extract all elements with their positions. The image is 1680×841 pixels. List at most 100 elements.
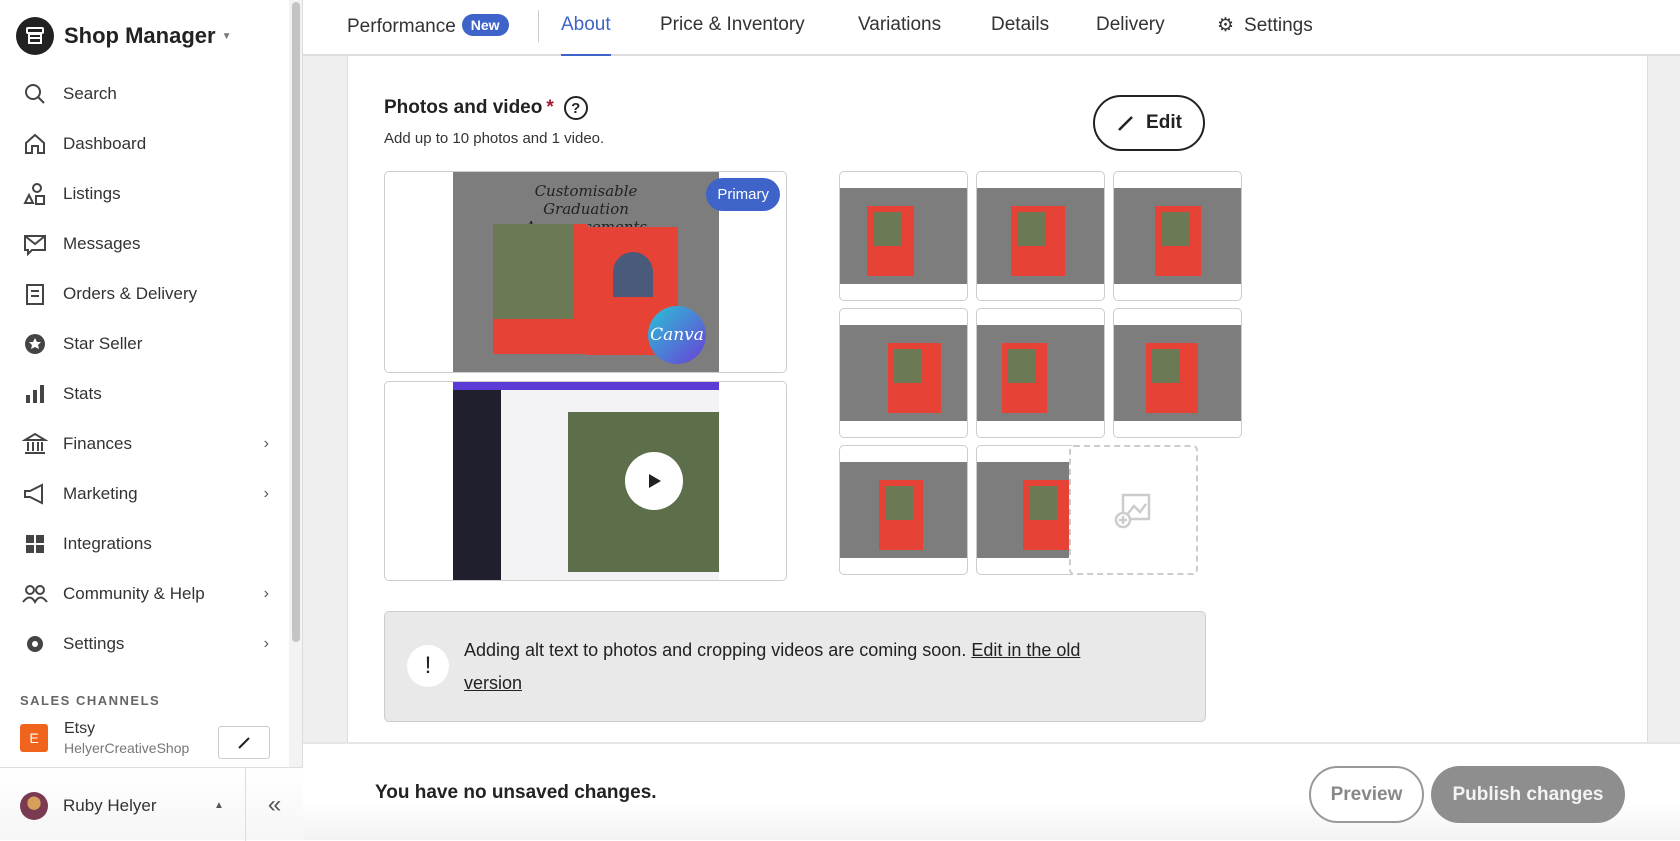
photos-card: Photos and video * ? Add up to 10 photos… bbox=[347, 56, 1648, 742]
collapse-sidebar-button[interactable]: « bbox=[245, 768, 303, 841]
thumbnail-image bbox=[977, 325, 1104, 421]
gear-icon bbox=[22, 631, 48, 657]
section-subtitle: Add up to 10 photos and 1 video. bbox=[384, 130, 605, 147]
tab-price-inventory[interactable]: Price & Inventory bbox=[660, 14, 805, 56]
sidebar-item-label: Star Seller bbox=[63, 334, 143, 353]
sidebar-item-finances[interactable]: Finances › bbox=[0, 422, 289, 466]
thumbnail-image bbox=[977, 188, 1104, 284]
photo-thumbnail[interactable] bbox=[1113, 308, 1242, 438]
sidebar-scrollbar[interactable] bbox=[289, 0, 303, 840]
edit-channel-button[interactable] bbox=[218, 726, 270, 759]
photo-thumbnail[interactable] bbox=[839, 308, 968, 438]
bar-chart-icon bbox=[22, 381, 48, 407]
add-image-icon bbox=[1114, 493, 1150, 529]
caret-down-icon: ▼ bbox=[221, 30, 232, 42]
sidebar-item-integrations[interactable]: Integrations bbox=[0, 522, 289, 566]
avatar bbox=[20, 792, 48, 820]
channel-name: Etsy bbox=[64, 720, 96, 737]
photo-thumbnail[interactable] bbox=[839, 171, 968, 301]
etsy-channel[interactable]: E Etsy HelyerCreativeShop bbox=[20, 720, 189, 756]
main-content: Photos and video * ? Add up to 10 photos… bbox=[303, 56, 1680, 742]
caret-up-icon: ▲ bbox=[214, 800, 224, 811]
alt-text-notice: ! Adding alt text to photos and cropping… bbox=[384, 611, 1206, 722]
thumbnail-image bbox=[1114, 188, 1241, 284]
help-icon[interactable]: ? bbox=[563, 96, 588, 120]
sidebar-item-star-seller[interactable]: Star Seller bbox=[0, 322, 289, 366]
chevron-right-icon: › bbox=[263, 485, 269, 502]
envelope-icon bbox=[22, 231, 48, 257]
user-bar: Ruby Helyer ▲ « bbox=[0, 767, 303, 841]
sidebar-item-label: Integrations bbox=[63, 534, 152, 553]
sidebar-item-label: Finances bbox=[63, 434, 132, 453]
chevron-right-icon: › bbox=[263, 435, 269, 452]
grid-icon bbox=[22, 531, 48, 557]
sidebar: Shop Manager ▼ Search Dashboard Listings Me… bbox=[0, 0, 289, 840]
sidebar-item-label: Listings bbox=[63, 184, 121, 203]
footer-bar: You have no unsaved changes. Preview Pub… bbox=[303, 742, 1680, 840]
sidebar-item-settings[interactable]: Settings › bbox=[0, 622, 289, 666]
sidebar-item-orders-delivery[interactable]: Orders & Delivery bbox=[0, 272, 289, 316]
sidebar-item-label: Orders & Delivery bbox=[63, 284, 198, 303]
tab-label: Performance bbox=[347, 16, 456, 37]
shop-icon bbox=[16, 17, 54, 55]
tab-label: Settings bbox=[1244, 15, 1313, 36]
tab-settings[interactable]: ⚙ Settings bbox=[1217, 14, 1313, 56]
photo-thumbnail[interactable] bbox=[976, 171, 1105, 301]
new-badge: New bbox=[461, 14, 509, 36]
sidebar-item-label: Community & Help bbox=[63, 584, 205, 603]
gear-icon: ⚙ bbox=[1217, 15, 1235, 36]
sidebar-item-marketing[interactable]: Marketing › bbox=[0, 472, 289, 516]
pencil-icon bbox=[1118, 116, 1133, 131]
shapes-icon bbox=[22, 181, 48, 207]
tab-divider bbox=[538, 10, 539, 42]
publish-changes-button[interactable]: Publish changes bbox=[1431, 766, 1625, 823]
pencil-icon bbox=[238, 736, 250, 749]
channel-shop: HelyerCreativeShop bbox=[64, 740, 190, 756]
photo-thumbnail[interactable] bbox=[839, 445, 968, 575]
primary-badge: Primary bbox=[706, 178, 780, 211]
chevron-right-icon: › bbox=[263, 585, 269, 602]
user-name: Ruby Helyer bbox=[63, 796, 157, 815]
play-icon[interactable] bbox=[625, 452, 683, 510]
sidebar-item-label: Stats bbox=[63, 384, 102, 403]
photo-thumbnail[interactable] bbox=[1113, 171, 1242, 301]
thumbnail-image bbox=[840, 188, 967, 284]
sidebar-item-label: Settings bbox=[63, 634, 125, 653]
sidebar-item-label: Messages bbox=[63, 234, 141, 253]
scrollbar-thumb[interactable] bbox=[292, 2, 300, 642]
tab-variations[interactable]: Variations bbox=[858, 14, 941, 56]
canva-logo: Canva bbox=[648, 306, 706, 364]
tab-about[interactable]: About bbox=[561, 14, 611, 57]
sidebar-item-label: Search bbox=[63, 84, 117, 103]
exclamation-icon: ! bbox=[407, 645, 449, 687]
video-tile[interactable] bbox=[384, 381, 787, 581]
required-marker: * bbox=[546, 97, 554, 118]
primary-photo[interactable]: Customisable Graduation Announcements Pr… bbox=[384, 171, 787, 373]
home-icon bbox=[22, 131, 48, 157]
edit-photos-button[interactable]: Edit bbox=[1093, 95, 1205, 151]
tab-performance[interactable]: Performance New bbox=[347, 14, 509, 56]
tab-delivery[interactable]: Delivery bbox=[1096, 14, 1165, 56]
preview-button[interactable]: Preview bbox=[1309, 766, 1424, 823]
tab-details[interactable]: Details bbox=[991, 14, 1049, 56]
sidebar-item-search[interactable]: Search bbox=[0, 72, 289, 116]
clipboard-icon bbox=[22, 281, 48, 307]
chevron-right-icon: › bbox=[263, 635, 269, 652]
user-menu[interactable]: Ruby Helyer bbox=[20, 792, 157, 820]
sidebar-item-community-help[interactable]: Community & Help › bbox=[0, 572, 289, 616]
people-icon bbox=[22, 581, 48, 607]
sidebar-item-dashboard[interactable]: Dashboard bbox=[0, 122, 289, 166]
bank-icon bbox=[22, 431, 48, 457]
edit-label: Edit bbox=[1146, 112, 1182, 133]
thumbnail-image bbox=[840, 462, 967, 558]
add-photo-button[interactable] bbox=[1069, 445, 1198, 575]
sidebar-item-messages[interactable]: Messages bbox=[0, 222, 289, 266]
sidebar-item-stats[interactable]: Stats bbox=[0, 372, 289, 416]
section-title: Photos and video * ? bbox=[384, 96, 588, 120]
sidebar-item-listings[interactable]: Listings bbox=[0, 172, 289, 216]
photo-thumbnail[interactable] bbox=[976, 308, 1105, 438]
sales-channels-label: SALES CHANNELS bbox=[20, 693, 161, 708]
shop-manager-title: Shop Manager bbox=[64, 23, 216, 48]
shop-manager-menu[interactable]: Shop Manager ▼ bbox=[16, 17, 231, 55]
save-status: You have no unsaved changes. bbox=[375, 782, 657, 803]
